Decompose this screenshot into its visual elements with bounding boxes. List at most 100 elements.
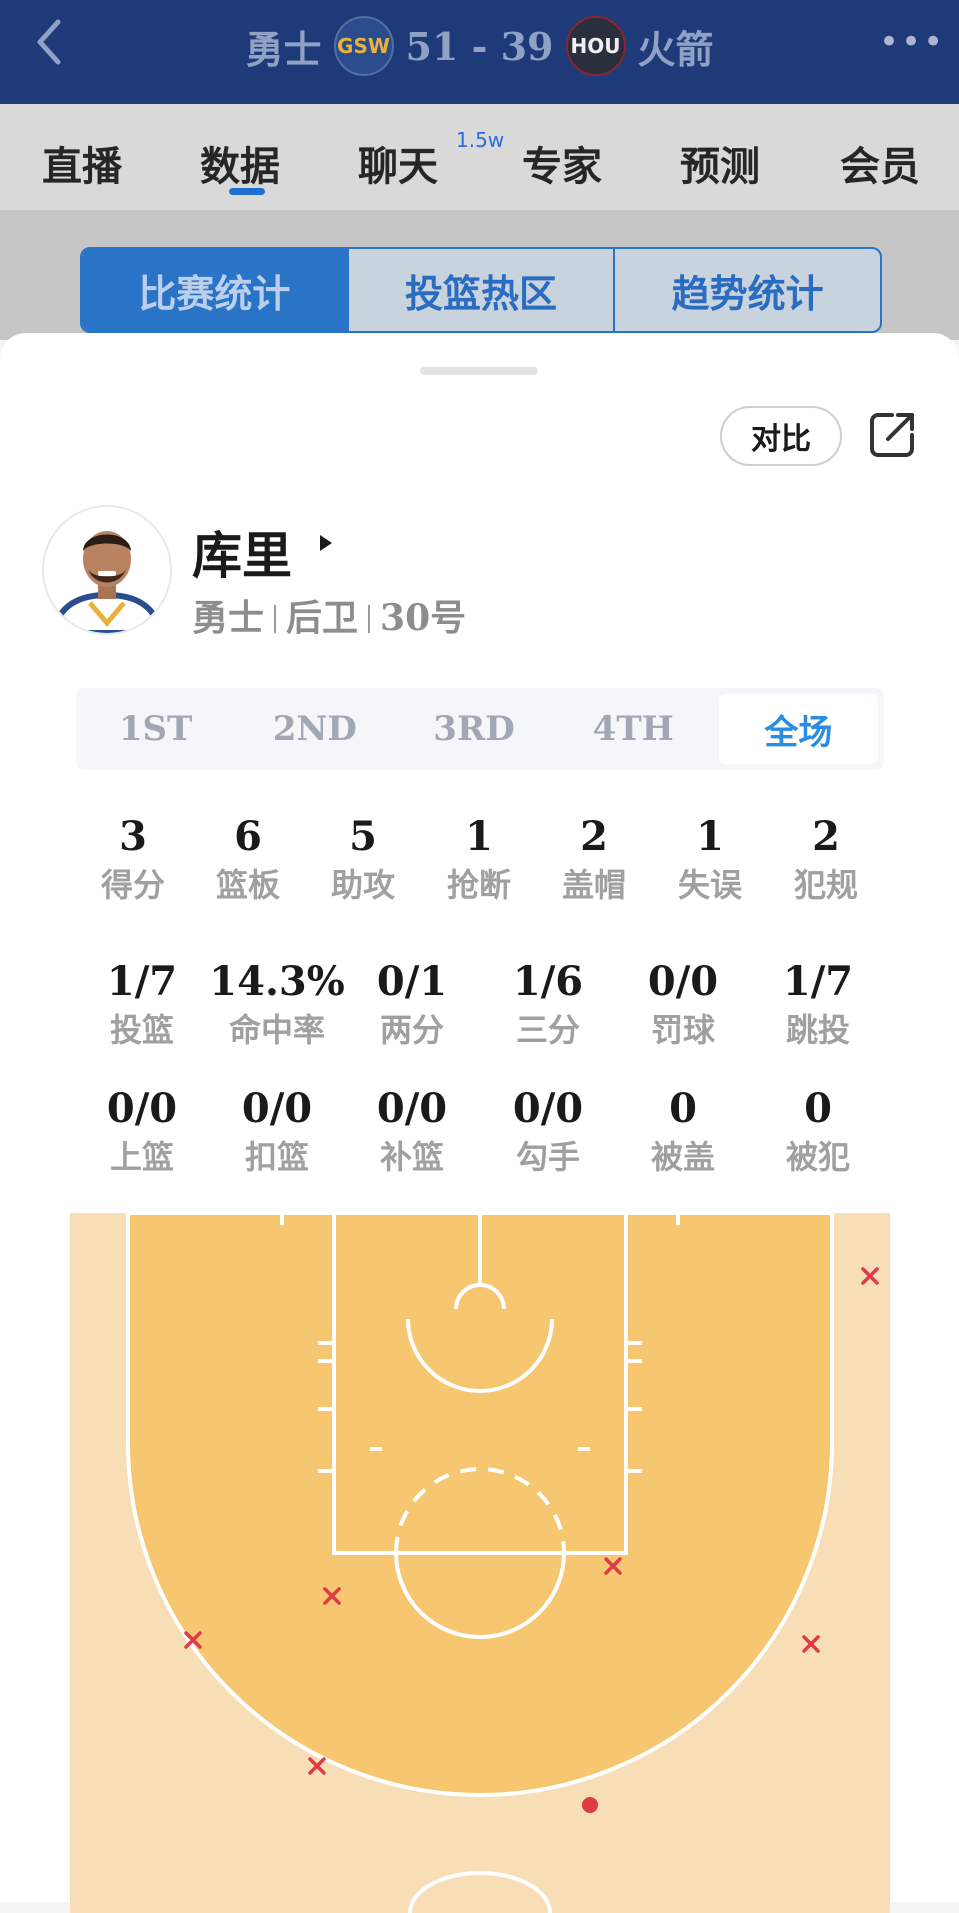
tab-predict[interactable]: 预测 — [680, 134, 760, 194]
stat-value: 0/0 — [647, 958, 719, 1005]
stat-label: 勾手 — [515, 1138, 580, 1176]
stat-value: 1 — [465, 813, 493, 860]
home-team-logo[interactable]: GSW — [333, 16, 394, 76]
stat-label: 两分 — [379, 1011, 444, 1049]
stat-dunk: 0/0 扣篮 — [215, 1083, 339, 1179]
stat-value: 0/0 — [376, 1085, 448, 1132]
stat-label: 助攻 — [330, 866, 395, 904]
share-icon[interactable] — [866, 407, 920, 461]
stat-blocks: 2 盖帽 — [539, 811, 649, 907]
stat-label: 抢断 — [446, 866, 511, 904]
stat-assists: 5 助攻 — [308, 811, 418, 907]
made-shot-marker — [582, 1797, 598, 1813]
stat-value: 1/6 — [512, 958, 584, 1005]
tab-label: 专家 — [522, 143, 602, 190]
divider — [368, 605, 371, 633]
game-header: 勇士 GSW 51 - 39 HOU 火箭 ••• — [0, 0, 959, 104]
tab-member[interactable]: 会员 — [840, 134, 920, 194]
stat-value: 0 — [804, 1085, 832, 1132]
tab-chat[interactable]: 聊天 1.5w — [358, 128, 504, 194]
tab-label: 会员 — [840, 143, 920, 190]
player-photo — [44, 507, 170, 633]
stat-label: 罚球 — [650, 1011, 715, 1049]
stat-label: 跳投 — [785, 1011, 850, 1049]
stat-label: 被盖 — [650, 1138, 715, 1176]
home-team-name: 勇士 — [245, 26, 322, 72]
period-tab-2nd[interactable]: 2ND — [235, 688, 394, 770]
stat-label: 投篮 — [109, 1011, 174, 1049]
period-tab-3rd[interactable]: 3RD — [394, 688, 553, 770]
stat-label: 失误 — [677, 866, 742, 904]
stat-value: 0/0 — [512, 1085, 584, 1132]
stat-value: 2 — [580, 813, 608, 860]
stat-fg-pct: 14.3% 命中率 — [200, 956, 354, 1052]
stat-steals: 1 抢断 — [424, 811, 534, 907]
stat-fouled: 0 被犯 — [756, 1083, 880, 1179]
tab-label: 数据 — [200, 143, 280, 190]
stat-value: 3 — [119, 813, 147, 860]
stat-value: 14.3% — [209, 958, 345, 1005]
segment-shot-zones[interactable]: 投篮热区 — [346, 249, 614, 331]
segment-game-stats[interactable]: 比赛统计 — [82, 249, 347, 331]
shot-chart-court — [70, 1213, 890, 1913]
stat-value: 0/1 — [376, 958, 448, 1005]
stat-label: 命中率 — [228, 1011, 325, 1049]
stat-value: 0/0 — [241, 1085, 313, 1132]
stat-label: 犯规 — [793, 866, 858, 904]
stat-value: 6 — [234, 813, 262, 860]
stats-segmented-control: 比赛统计 投篮热区 趋势统计 — [80, 247, 882, 333]
player-name[interactable]: 库里 — [192, 516, 292, 588]
player-position: 后卫 — [286, 597, 359, 639]
period-tab-full-game[interactable]: 全场 — [718, 694, 879, 764]
score: 51 - 39 — [405, 23, 554, 69]
stat-label: 扣篮 — [244, 1138, 309, 1176]
more-icon[interactable]: ••• — [879, 22, 943, 62]
chat-count-badge: 1.5w — [456, 128, 505, 152]
divider — [274, 605, 277, 633]
segment-trends[interactable]: 趋势统计 — [613, 249, 880, 331]
player-number: 30号 — [380, 597, 467, 639]
stat-value: 5 — [349, 813, 377, 860]
stat-jumpshot: 1/7 跳投 — [756, 956, 880, 1052]
period-tabs: 1ST 2ND 3RD 4TH 全场 — [76, 688, 884, 770]
stat-label: 补篮 — [379, 1138, 444, 1176]
tab-label: 聊天 — [358, 143, 438, 190]
stat-fg: 1/7 投篮 — [80, 956, 204, 1052]
tab-data[interactable]: 数据 — [200, 134, 280, 194]
stat-value: 0 — [669, 1085, 697, 1132]
stat-label: 被犯 — [785, 1138, 850, 1176]
stat-ft: 0/0 罚球 — [621, 956, 745, 1052]
stat-value: 1 — [696, 813, 724, 860]
stat-layup: 0/0 上篮 — [80, 1083, 204, 1179]
stat-value: 0/0 — [106, 1085, 178, 1132]
stat-value: 2 — [812, 813, 840, 860]
tab-label: 直播 — [42, 143, 122, 190]
stat-label: 盖帽 — [561, 866, 626, 904]
nav-tabs: 直播 数据 聊天 1.5w 专家 预测 会员 — [0, 104, 959, 211]
player-meta: 勇士 后卫 30号 — [192, 589, 466, 641]
stat-value: 1/7 — [106, 958, 178, 1005]
period-tab-4th[interactable]: 4TH — [554, 688, 713, 770]
sheet-drag-handle[interactable] — [420, 367, 538, 375]
stat-rebounds: 6 篮板 — [193, 811, 303, 907]
stat-hook: 0/0 勾手 — [486, 1083, 610, 1179]
player-avatar[interactable] — [42, 505, 172, 635]
stat-label: 三分 — [515, 1011, 580, 1049]
away-team-name: 火箭 — [637, 26, 714, 72]
stat-label: 得分 — [100, 866, 165, 904]
stat-label: 上篮 — [109, 1138, 174, 1176]
tab-label: 预测 — [680, 143, 760, 190]
stat-2pt: 0/1 两分 — [350, 956, 474, 1052]
period-tab-1st[interactable]: 1ST — [76, 688, 235, 770]
tab-live[interactable]: 直播 — [42, 134, 122, 194]
player-team: 勇士 — [192, 597, 265, 639]
caret-right-icon[interactable] — [320, 535, 332, 551]
tab-experts[interactable]: 专家 — [522, 134, 602, 194]
stat-label: 篮板 — [215, 866, 280, 904]
stat-value: 1/7 — [782, 958, 854, 1005]
stat-3pt: 1/6 三分 — [486, 956, 610, 1052]
stat-fouls: 2 犯规 — [771, 811, 881, 907]
away-team-logo[interactable]: HOU — [565, 16, 626, 76]
active-tab-indicator — [229, 188, 265, 195]
compare-button[interactable]: 对比 — [720, 406, 842, 466]
